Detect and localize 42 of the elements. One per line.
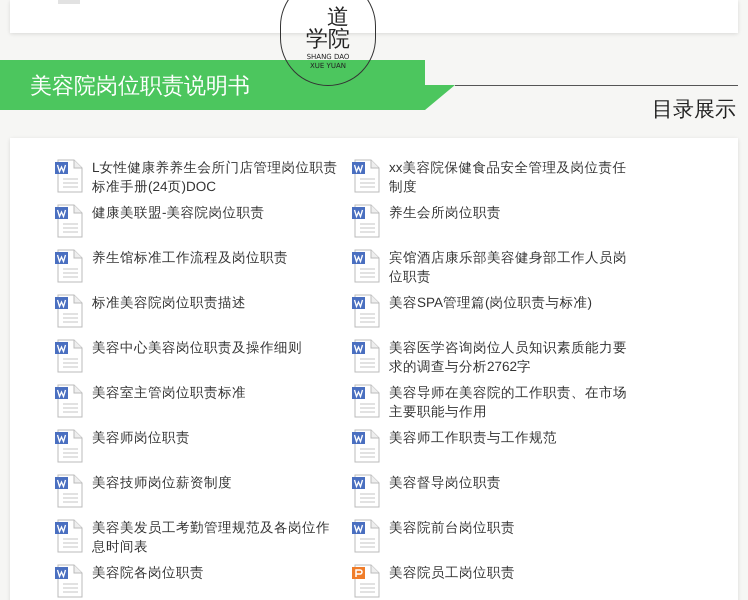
document-file-icon bbox=[54, 204, 84, 238]
file-name[interactable]: L女性健康养养生会所门店管理岗位职责标准手册(24页)DOC bbox=[92, 158, 342, 196]
file-name[interactable]: 美容中心美容岗位职责及操作细则 bbox=[92, 338, 342, 356]
document-file-icon bbox=[351, 204, 381, 238]
file-name[interactable]: 美容SPA管理篇(岗位职责与标准) bbox=[389, 292, 639, 312]
document-file-icon bbox=[351, 429, 381, 463]
document-file-icon bbox=[351, 384, 381, 418]
document-file-icon bbox=[54, 384, 84, 418]
document-file-icon bbox=[351, 249, 381, 283]
file-name[interactable]: 美容导师在美容院的工作职责、在市场主要职能与作用 bbox=[389, 382, 639, 420]
document-file-icon bbox=[54, 249, 84, 283]
document-file-icon bbox=[54, 474, 84, 508]
file-name[interactable]: 标准美容院岗位职责描述 bbox=[92, 292, 342, 312]
file-name[interactable]: 美容院各岗位职责 bbox=[92, 562, 342, 582]
file-name[interactable]: 美容师工作职责与工作规范 bbox=[389, 428, 639, 446]
document-file-icon bbox=[351, 519, 381, 553]
document-file-icon bbox=[54, 339, 84, 373]
file-name[interactable]: 健康美联盟-美容院岗位职责 bbox=[92, 202, 342, 222]
document-file-icon bbox=[54, 294, 84, 328]
file-name[interactable]: 美容院员工岗位职责 bbox=[389, 562, 639, 582]
document-file-icon bbox=[54, 429, 84, 463]
document-file-icon bbox=[351, 339, 381, 373]
file-name[interactable]: 宾馆酒店康乐部美容健身部工作人员岗位职责 bbox=[389, 248, 639, 286]
file-name[interactable]: 美容师岗位职责 bbox=[92, 428, 342, 446]
file-name[interactable]: 美容室主管岗位职责标准 bbox=[92, 382, 342, 402]
document-file-icon bbox=[351, 159, 381, 193]
file-name[interactable]: 美容院前台岗位职责 bbox=[389, 518, 639, 536]
banner-title: 美容院岗位职责说明书 bbox=[30, 72, 250, 100]
file-name[interactable]: 美容督导岗位职责 bbox=[389, 472, 639, 492]
document-file-icon bbox=[351, 294, 381, 328]
file-name[interactable]: 美容美发员工考勤管理规范及各岗位作息时间表 bbox=[92, 518, 342, 556]
document-file-icon bbox=[351, 474, 381, 508]
file-name[interactable]: 养生馆标准工作流程及岗位职责 bbox=[92, 248, 342, 266]
logo-mark: 道 bbox=[327, 7, 349, 29]
file-name[interactable]: xx美容院保健食品安全管理及岗位责任制度 bbox=[389, 158, 639, 196]
section-label: 目录展示 bbox=[652, 97, 736, 123]
file-name[interactable]: 美容医学咨询岗位人员知识素质能力要求的调查与分析2762字 bbox=[389, 338, 639, 376]
document-file-icon bbox=[54, 159, 84, 193]
file-name[interactable]: 养生会所岗位职责 bbox=[389, 202, 639, 222]
logo-mark: 学院 bbox=[306, 29, 350, 51]
file-name[interactable]: 美容技师岗位薪资制度 bbox=[92, 472, 342, 492]
document-file-icon bbox=[54, 519, 84, 553]
